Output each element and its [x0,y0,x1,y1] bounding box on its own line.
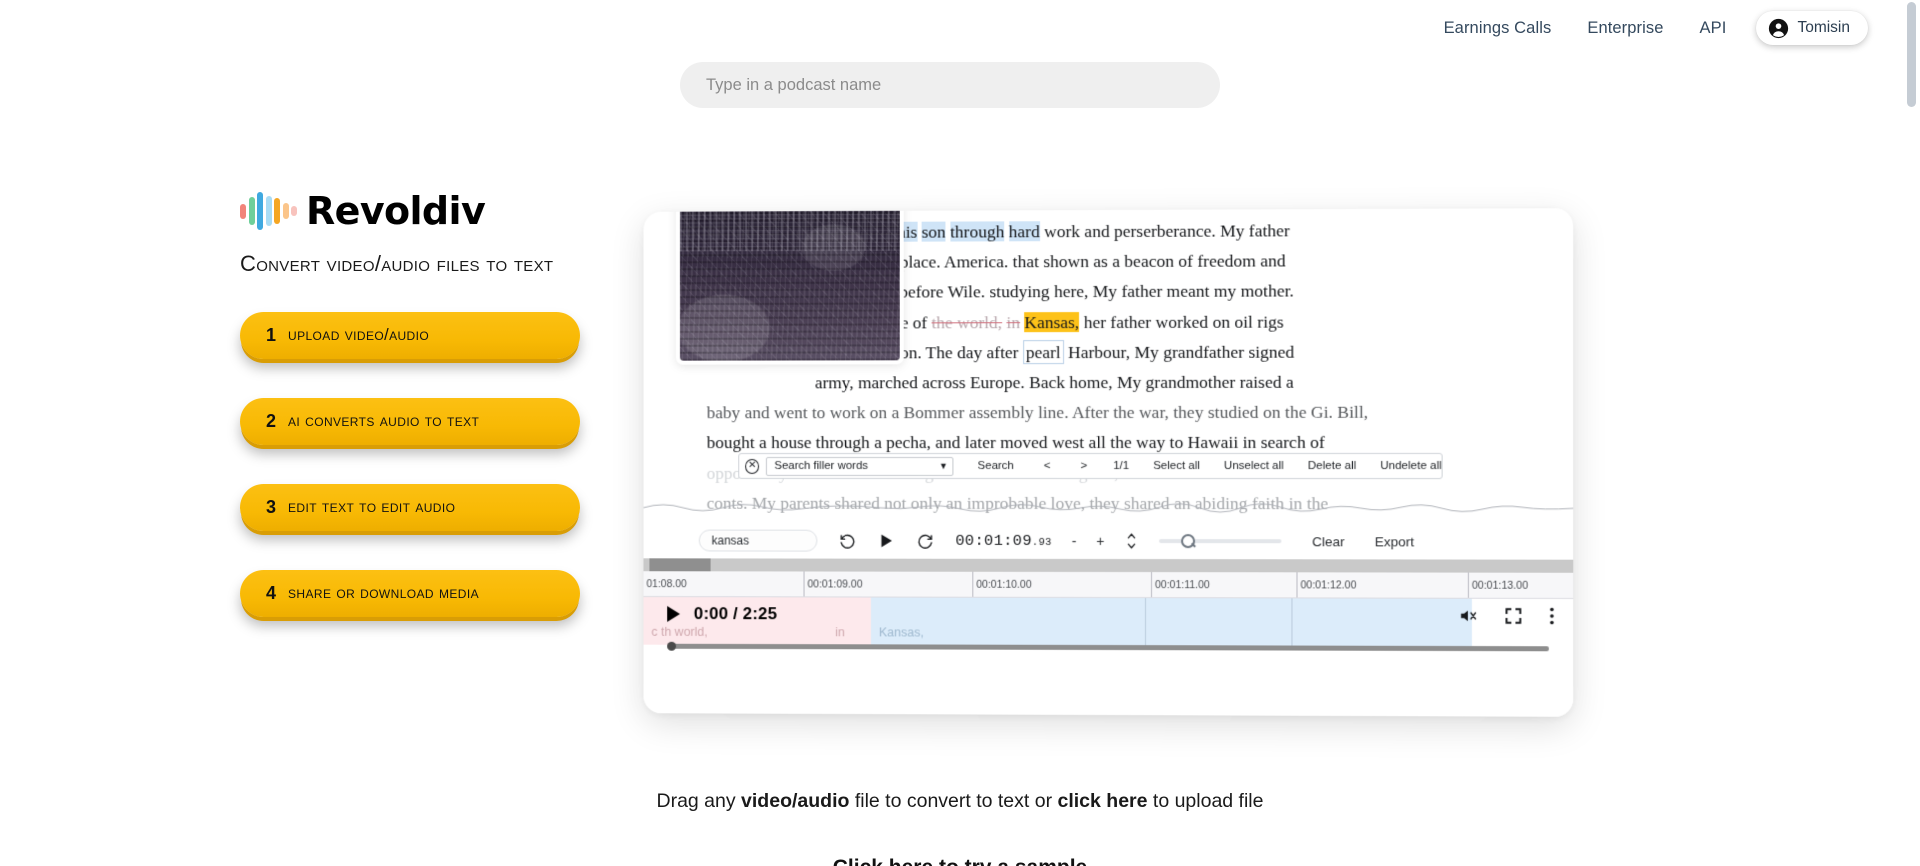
play-icon[interactable] [878,532,895,550]
ruler-mark: 00:01:12.00 [1296,572,1468,598]
ruler-mark: 00:01:11.00 [1151,572,1297,598]
time-milliseconds: .93 [1031,536,1052,549]
card-bottom-fill [643,655,1574,717]
highlighted-word[interactable]: hard [1008,221,1040,242]
step-label: Share or download media [288,584,479,602]
click-here-upload-link[interactable]: click here [1058,790,1148,812]
clip-caption: in [835,625,845,640]
highlighted-word[interactable]: through [950,221,1005,242]
step-button-upload[interactable]: 1 Upload video/audio [240,312,580,359]
prev-match-button[interactable]: < [1044,460,1051,472]
podcast-search-input[interactable] [680,62,1220,108]
podcast-search-wrapper [680,62,1220,108]
up-down-arrows-icon[interactable] [1126,532,1137,550]
step-number: 4 [266,583,277,603]
page-root: Earnings Calls Enterprise API Tomisin Ty… [0,0,1920,866]
select-all-button[interactable]: Select all [1153,460,1200,472]
left-panel: Revoldiv Convert video/audio files to te… [240,188,620,656]
time-main: 00:01:09 [955,531,1032,550]
search-button[interactable]: Search [978,460,1014,472]
step-button-edit[interactable]: 3 Edit text to edit audio [240,484,580,531]
unselect-all-button[interactable]: Unselect all [1224,460,1284,472]
try-sample-link[interactable]: Click here to try a sample [0,856,1920,866]
transcript-line: baby and went to work on a Bommer assemb… [706,401,1369,423]
step-button-convert[interactable]: 2 AI converts audio to text [240,398,580,445]
video-progress-bar[interactable] [644,641,1574,652]
nav-link-earnings-calls[interactable]: Earnings Calls [1444,19,1552,38]
step-label: Upload video/audio [288,326,430,344]
waveform-divider [644,496,1574,519]
filler-words-toolbar: ✕ Search filler words ▼ Search < > 1/1 S… [738,452,1443,480]
step-label: Edit text to edit audio [288,498,456,516]
rewind-5-icon[interactable] [839,532,856,549]
step-number: 3 [266,497,277,517]
transcript-line: army, marched across Europe. Back home, … [814,371,1294,393]
drag-bold-video-audio: video/audio [741,790,850,812]
step-number: 2 [266,411,277,431]
drag-mid: file to convert to text or [849,790,1058,812]
ruler-mark: 00:01:09.00 [803,571,973,597]
timeline-clip[interactable]: c th world, [643,597,828,646]
nav-link-enterprise[interactable]: Enterprise [1587,19,1663,38]
zoom-slider-icon[interactable] [1181,534,1196,549]
clear-button[interactable]: Clear [1312,534,1344,549]
zoom-slider[interactable] [1159,534,1282,549]
step-label: AI converts audio to text [288,412,480,430]
player-controls: 00:01:09.93 - + Clear Export [644,522,1574,561]
demo-preview-card: ' dreams for his son through hard work a… [643,208,1574,717]
delete-all-button[interactable]: Delete all [1308,460,1356,472]
nav-link-api[interactable]: API [1700,19,1727,38]
brand-name: Revoldiv [306,189,486,233]
word-search-input[interactable] [698,529,818,552]
increase-speed-button[interactable]: + [1096,533,1104,549]
timeline-clip[interactable]: Kansas, [870,597,1472,648]
decrease-speed-button[interactable]: - [1072,533,1077,549]
step-button-share[interactable]: 4 Share or download media [240,570,580,617]
user-name-label: Tomisin [1797,19,1850,36]
drag-prefix: Drag any [656,790,742,812]
waveform-logo-icon [240,188,297,234]
top-navigation: Earnings Calls Enterprise API Tomisin [0,0,1920,56]
deleted-word[interactable]: the world, [932,312,1003,332]
account-circle-icon [1769,18,1789,38]
filler-words-select[interactable]: Search filler words ▼ [766,456,954,476]
progress-handle[interactable] [667,641,677,651]
step-number: 1 [266,325,277,345]
brand-row: Revoldiv [240,188,620,234]
undelete-all-button[interactable]: Undelete all [1380,460,1441,472]
filler-select-value: Search filler words [774,460,869,472]
highlighted-word[interactable]: son [921,221,946,242]
timeline-scrollbar-thumb[interactable] [649,558,711,572]
current-time-display: 00:01:09.93 [955,532,1051,550]
next-match-button[interactable]: > [1080,460,1087,472]
forward-5-icon[interactable] [917,532,934,549]
progress-track[interactable] [667,641,1549,651]
ruler-mark: 00:01:10.00 [972,571,1152,598]
ruler-mark: 00:01:13.00 [1467,572,1574,598]
chevron-down-icon: ▼ [938,461,948,471]
selected-word[interactable]: pearl [1022,339,1064,364]
active-word[interactable]: Kansas, [1024,311,1080,332]
page-scrollbar[interactable] [1907,2,1916,864]
drag-suffix: to upload file [1147,790,1264,812]
drag-drop-instruction: Drag any video/audio file to convert to … [0,790,1920,813]
crowd-photo-thumbnail[interactable] [676,208,904,365]
clip-caption: Kansas, [878,625,924,640]
timeline-ruler: 01:08.00 00:01:09.00 00:01:10.00 00:01:1… [643,571,1574,599]
circle-x-icon[interactable]: ✕ [745,458,760,474]
export-button[interactable]: Export [1375,534,1414,549]
timeline-track: c th world, in Kansas, [643,597,1574,648]
deleted-word[interactable]: in [1007,312,1021,332]
brand-tagline: Convert video/audio files to text [240,251,554,276]
timeline-clip[interactable]: in [827,597,871,646]
ruler-mark: 01:08.00 [646,578,687,591]
clip-caption: c th world, [651,624,708,639]
match-count-label: 1/1 [1113,459,1130,473]
page-scrollbar-thumb[interactable] [1907,2,1916,107]
steps-list: 1 Upload video/audio 2 AI converts audio… [240,312,620,617]
user-account-button[interactable]: Tomisin [1756,11,1868,45]
